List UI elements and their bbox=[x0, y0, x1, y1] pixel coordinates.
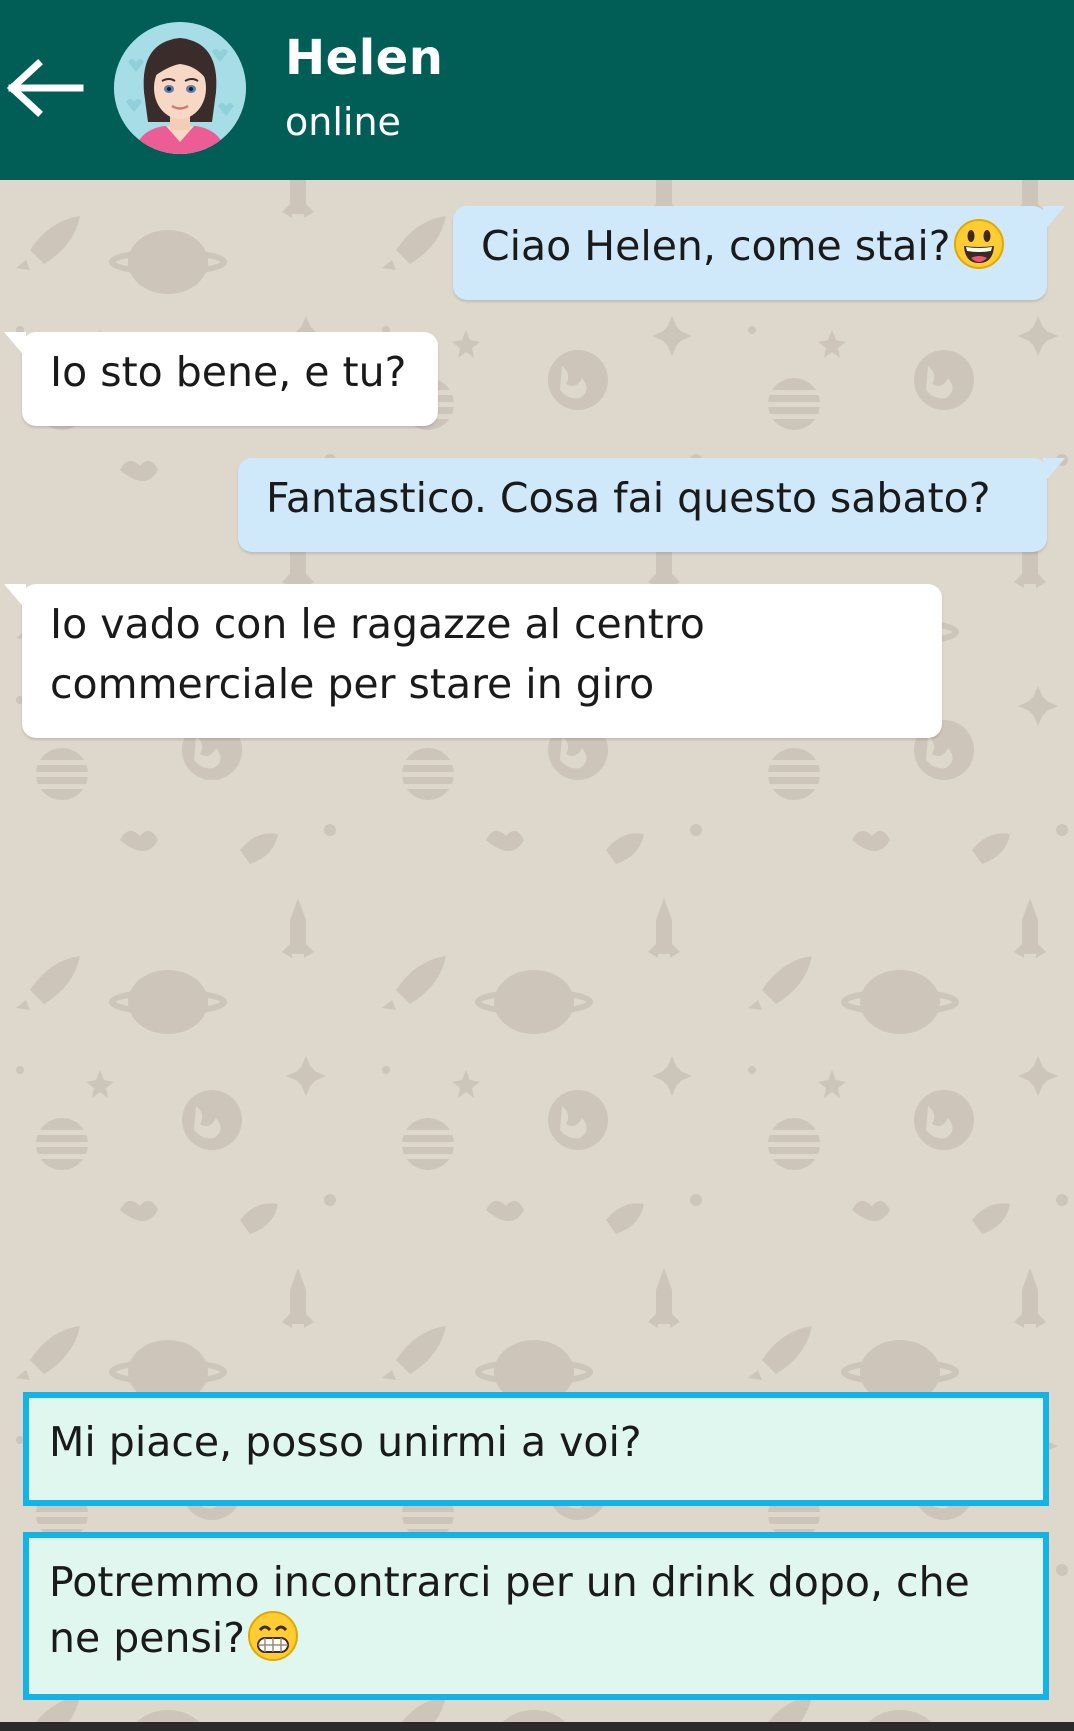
bubble-tail bbox=[4, 584, 26, 610]
message-text: Fantastico. Cosa fai questo sabato? bbox=[266, 474, 991, 522]
contact-name[interactable]: Helen bbox=[285, 30, 443, 86]
reply-text-line: ne pensi? bbox=[49, 1614, 245, 1662]
bubble-tail bbox=[1043, 206, 1065, 232]
bubble-tail bbox=[4, 332, 26, 358]
contact-status: online bbox=[285, 100, 401, 144]
message-text-line: Io vado con le ragazze al centro bbox=[50, 600, 705, 648]
message-text: Ciao Helen, come stai? bbox=[481, 222, 951, 270]
bottom-edge bbox=[0, 1722, 1074, 1731]
chat-area: Ciao Helen, come stai? Io sto bene, e tu… bbox=[0, 180, 1074, 1731]
message-outgoing[interactable]: Ciao Helen, come stai? bbox=[453, 206, 1065, 300]
bubble-tail bbox=[1043, 458, 1065, 484]
chat-header: Helen online bbox=[0, 0, 1074, 180]
grinning-face-icon bbox=[247, 1610, 299, 1662]
smiley-face-icon bbox=[953, 218, 1005, 270]
contact-avatar[interactable] bbox=[114, 22, 246, 154]
back-arrow-icon[interactable] bbox=[4, 50, 90, 126]
message-incoming[interactable]: Io vado con le ragazze al centro commerc… bbox=[4, 584, 942, 738]
message-outgoing[interactable]: Fantastico. Cosa fai questo sabato? bbox=[238, 458, 1065, 552]
message-text-line: commerciale per stare in giro bbox=[50, 660, 655, 708]
reply-option-2[interactable]: Potremmo incontrarci per un drink dopo, … bbox=[23, 1532, 1049, 1700]
reply-text-line: Potremmo incontrarci per un drink dopo, … bbox=[49, 1558, 970, 1606]
message-text: Io sto bene, e tu? bbox=[50, 348, 407, 396]
reply-text: Mi piace, posso unirmi a voi? bbox=[49, 1418, 642, 1466]
reply-option-1[interactable]: Mi piace, posso unirmi a voi? bbox=[23, 1392, 1049, 1506]
message-incoming[interactable]: Io sto bene, e tu? bbox=[4, 332, 438, 426]
